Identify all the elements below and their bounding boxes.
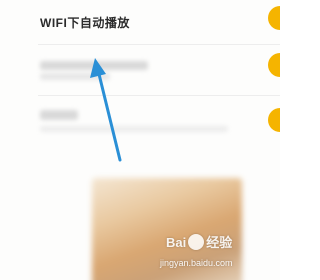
- settings-screen: WIFI下自动播放 Bai 经验 jingyan.baidu.com: [0, 0, 280, 280]
- annotation-arrow-icon: [90, 58, 122, 162]
